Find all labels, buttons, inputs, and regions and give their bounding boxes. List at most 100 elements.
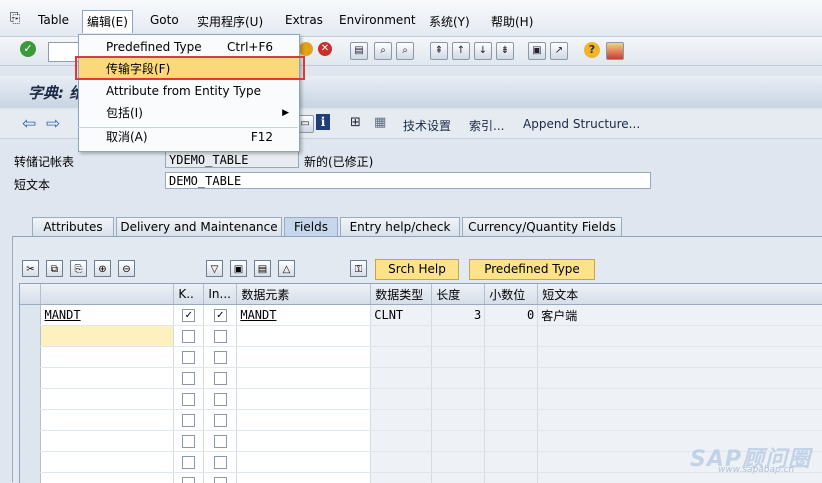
paste-icon[interactable]: ⎘ [70,260,87,277]
sort-icon[interactable]: △ [278,260,295,277]
field-name-cell[interactable] [41,389,174,410]
initial-cell[interactable] [204,389,237,410]
row-selector[interactable] [20,347,41,368]
field-name-cell[interactable] [41,326,174,347]
key-checkbox[interactable] [182,351,195,364]
key-checkbox[interactable] [182,477,195,483]
initial-checkbox[interactable] [214,435,227,448]
menu-item-predefined-type[interactable]: Predefined Type Ctrl+F6 [79,36,299,58]
last-page-icon[interactable]: ⇟ [496,42,514,60]
data-element-cell[interactable] [237,368,371,389]
data-element-cell[interactable] [237,389,371,410]
initial-checkbox[interactable] [214,372,227,385]
info-icon[interactable]: i [316,114,330,130]
field-name-cell[interactable] [41,431,174,452]
key-checkbox[interactable] [182,330,195,343]
data-element-cell[interactable] [237,473,371,483]
menu-help[interactable]: 帮助(H) [491,13,533,30]
initial-checkbox[interactable] [214,456,227,469]
table-grid-icon[interactable]: ▦ [374,115,386,130]
first-page-icon[interactable]: ⇞ [430,42,448,60]
menu-table[interactable]: Table [38,13,69,27]
key-cell[interactable]: ✓ [174,305,204,326]
initial-checkbox[interactable] [214,414,227,427]
find-icon[interactable]: ⌕ [374,42,392,60]
key-checkbox[interactable] [182,372,195,385]
field-name-cell[interactable] [41,452,174,473]
back-arrow-icon[interactable]: ⇦ [22,114,36,134]
key-checkbox[interactable] [182,414,195,427]
index-button[interactable]: 索引... [469,117,504,134]
tab-currency-quantity[interactable]: Currency/Quantity Fields [462,217,622,236]
key-cell[interactable] [174,389,204,410]
new-session-icon[interactable]: ▣ [528,42,546,60]
menu-item-include[interactable]: 包括(I) ▶ [79,102,299,124]
field-name-cell[interactable] [41,368,174,389]
deselect-icon[interactable]: ▤ [254,260,271,277]
shortcut-icon[interactable]: ↗ [550,42,568,60]
cancel-icon[interactable]: ✕ [318,42,332,56]
col-header-short-text[interactable]: 短文本 [538,284,822,305]
initial-cell[interactable] [204,326,237,347]
col-header-data-element[interactable]: 数据元素 [237,284,371,305]
key-cell[interactable] [174,452,204,473]
customize-icon[interactable] [606,42,624,60]
field-name-cell[interactable] [41,347,174,368]
field-name-cell[interactable] [41,473,174,483]
tab-fields[interactable]: Fields [284,217,338,236]
help-icon[interactable]: ? [584,42,600,58]
initial-cell[interactable] [204,368,237,389]
check-icon[interactable]: ✓ [20,41,36,57]
initial-cell[interactable] [204,431,237,452]
field-name-cell[interactable] [41,410,174,431]
key-cell[interactable] [174,368,204,389]
exit-icon[interactable] [299,42,313,56]
hierarchy-icon[interactable]: ⊞ [350,115,361,130]
row-selector-header[interactable] [20,284,41,305]
find-next-icon[interactable]: ⌕ [396,42,414,60]
col-header-key[interactable]: K.. [174,284,204,305]
data-element-cell[interactable]: MANDT [237,305,371,326]
data-element-cell[interactable] [237,410,371,431]
menu-extras[interactable]: Extras [285,13,323,27]
key-cell[interactable] [174,347,204,368]
tab-entry-help-check[interactable]: Entry help/check [340,217,460,236]
key-cell[interactable] [174,473,204,483]
initial-checkbox[interactable] [214,477,227,483]
key-cell[interactable] [174,431,204,452]
filter-icon[interactable]: ▽ [206,260,223,277]
initial-cell[interactable]: ✓ [204,305,237,326]
initial-cell[interactable] [204,473,237,483]
key-checkbox[interactable] [182,435,195,448]
short-text-field[interactable]: DEMO_TABLE [165,172,651,189]
key-checkbox[interactable] [182,393,195,406]
key-checkbox[interactable]: ✓ [182,309,195,322]
col-header-decimals[interactable]: 小数位 [485,284,538,305]
delete-row-icon[interactable]: ⊖ [118,260,135,277]
data-element-cell[interactable] [237,452,371,473]
initial-checkbox[interactable] [214,351,227,364]
cut-icon[interactable]: ✂ [22,260,39,277]
row-selector[interactable] [20,368,41,389]
key-checkbox[interactable] [182,456,195,469]
prev-page-icon[interactable]: ↑ [452,42,470,60]
key-cell[interactable] [174,326,204,347]
menu-goto[interactable]: Goto [150,13,179,27]
key-cell[interactable] [174,410,204,431]
data-element-cell[interactable] [237,431,371,452]
field-name-cell[interactable]: MANDT [41,305,174,326]
row-selector[interactable] [20,431,41,452]
next-page-icon[interactable]: ↓ [474,42,492,60]
select-all-icon[interactable]: ▣ [230,260,247,277]
row-selector[interactable] [20,410,41,431]
menu-system[interactable]: 系统(Y) [429,13,470,30]
key-icon[interactable]: ⚿ [350,260,367,277]
initial-checkbox[interactable]: ✓ [214,309,227,322]
technical-settings-button[interactable]: 技术设置 [403,117,451,134]
col-header-data-type[interactable]: 数据类型 [371,284,432,305]
menu-item-cancel[interactable]: 取消(A) F12 [79,126,299,148]
row-selector[interactable] [20,389,41,410]
data-element-cell[interactable] [237,347,371,368]
system-menu-icon[interactable]: ⎘ [10,11,20,26]
col-header-field[interactable] [41,284,174,305]
